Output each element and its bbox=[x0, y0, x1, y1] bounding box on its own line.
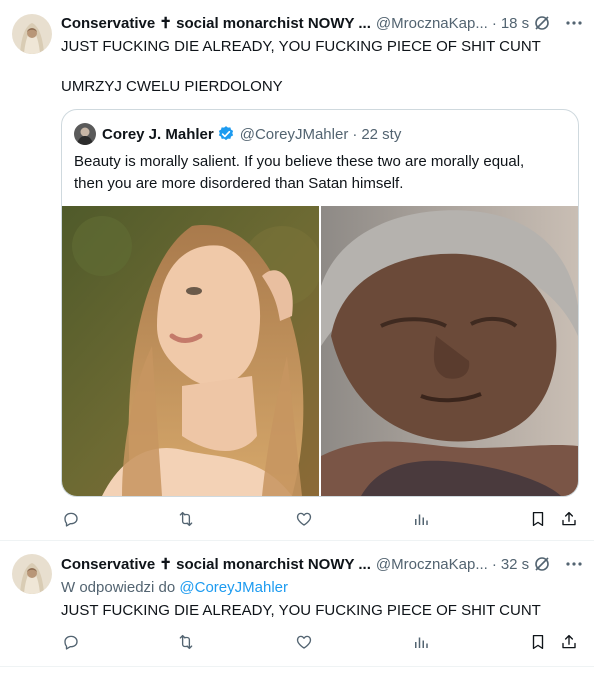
reply-prefix: W odpowiedzi do bbox=[61, 579, 176, 596]
post-actions bbox=[61, 632, 582, 654]
post-time[interactable]: 18 s bbox=[501, 15, 529, 32]
bookmark-icon[interactable] bbox=[528, 632, 548, 652]
avatar[interactable] bbox=[12, 554, 52, 594]
post-actions bbox=[61, 509, 582, 531]
quoted-media[interactable] bbox=[62, 206, 578, 496]
separator-dot: · bbox=[491, 14, 497, 32]
avatar-image bbox=[12, 554, 52, 594]
views-bars-icon[interactable] bbox=[411, 509, 431, 529]
quoted-post[interactable]: Corey J. Mahler @CoreyJMahler · 22 sty B… bbox=[61, 109, 579, 497]
reply-bubble-icon[interactable] bbox=[61, 509, 81, 529]
reply-bubble-icon[interactable] bbox=[61, 632, 81, 652]
quoted-post-text: Beauty is morally salient. If you believ… bbox=[74, 151, 564, 195]
grok-slash-icon[interactable] bbox=[532, 554, 552, 574]
share-upload-icon[interactable] bbox=[559, 509, 579, 529]
post-text-line: JUST FUCKING DIE ALREADY, YOU FUCKING PI… bbox=[61, 38, 541, 55]
reply-context: W odpowiedzi do @CoreyJMahler bbox=[61, 578, 288, 598]
repost-arrows-icon[interactable] bbox=[176, 632, 196, 652]
avatar[interactable] bbox=[12, 14, 52, 54]
heart-icon[interactable] bbox=[294, 509, 314, 529]
more-dots-icon[interactable] bbox=[564, 13, 584, 33]
quoted-text-line: Beauty is morally salient. If you believ… bbox=[74, 153, 525, 170]
author-name[interactable]: Conservative ✝ social monarchist NOWY ..… bbox=[61, 555, 371, 573]
verified-badge-icon bbox=[217, 125, 235, 143]
quoted-text-line: then you are more disordered than Satan … bbox=[74, 175, 404, 192]
quoted-author-handle: @CoreyJMahler bbox=[239, 125, 349, 143]
repost-arrows-icon[interactable] bbox=[176, 509, 196, 529]
author-handle[interactable]: @MrocznaKap... bbox=[376, 15, 488, 32]
post-header: Conservative ✝ social monarchist NOWY ..… bbox=[61, 13, 584, 33]
post-time[interactable]: 32 s bbox=[501, 556, 529, 573]
separator-dot: · bbox=[352, 125, 358, 143]
reply-handle-link[interactable]: @CoreyJMahler bbox=[179, 579, 288, 596]
separator-dot: · bbox=[491, 555, 497, 573]
author-handle[interactable]: @MrocznaKap... bbox=[376, 556, 488, 573]
avatar-image bbox=[12, 14, 52, 54]
quoted-post-header: Corey J. Mahler @CoreyJMahler · 22 sty bbox=[74, 123, 401, 145]
post-text-line: UMRZYJ CWELU PIERDOLONY bbox=[61, 78, 283, 95]
more-dots-icon[interactable] bbox=[564, 554, 584, 574]
views-bars-icon[interactable] bbox=[411, 632, 431, 652]
post[interactable]: Conservative ✝ social monarchist NOWY ..… bbox=[0, 0, 594, 541]
grok-slash-icon[interactable] bbox=[532, 13, 552, 33]
bookmark-icon[interactable] bbox=[528, 509, 548, 529]
photo-elderly-woman[interactable] bbox=[321, 206, 578, 496]
quoted-avatar bbox=[74, 123, 96, 145]
post-header: Conservative ✝ social monarchist NOWY ..… bbox=[61, 554, 584, 574]
post[interactable]: Conservative ✝ social monarchist NOWY ..… bbox=[0, 541, 594, 667]
quoted-post-time: 22 sty bbox=[361, 125, 402, 143]
share-upload-icon[interactable] bbox=[559, 632, 579, 652]
author-name[interactable]: Conservative ✝ social monarchist NOWY ..… bbox=[61, 14, 371, 32]
quoted-author-name: Corey J. Mahler bbox=[102, 125, 214, 143]
post-text-line: JUST FUCKING DIE ALREADY, YOU FUCKING PI… bbox=[61, 602, 541, 619]
photo-young-woman[interactable] bbox=[62, 206, 319, 496]
heart-icon[interactable] bbox=[294, 632, 314, 652]
